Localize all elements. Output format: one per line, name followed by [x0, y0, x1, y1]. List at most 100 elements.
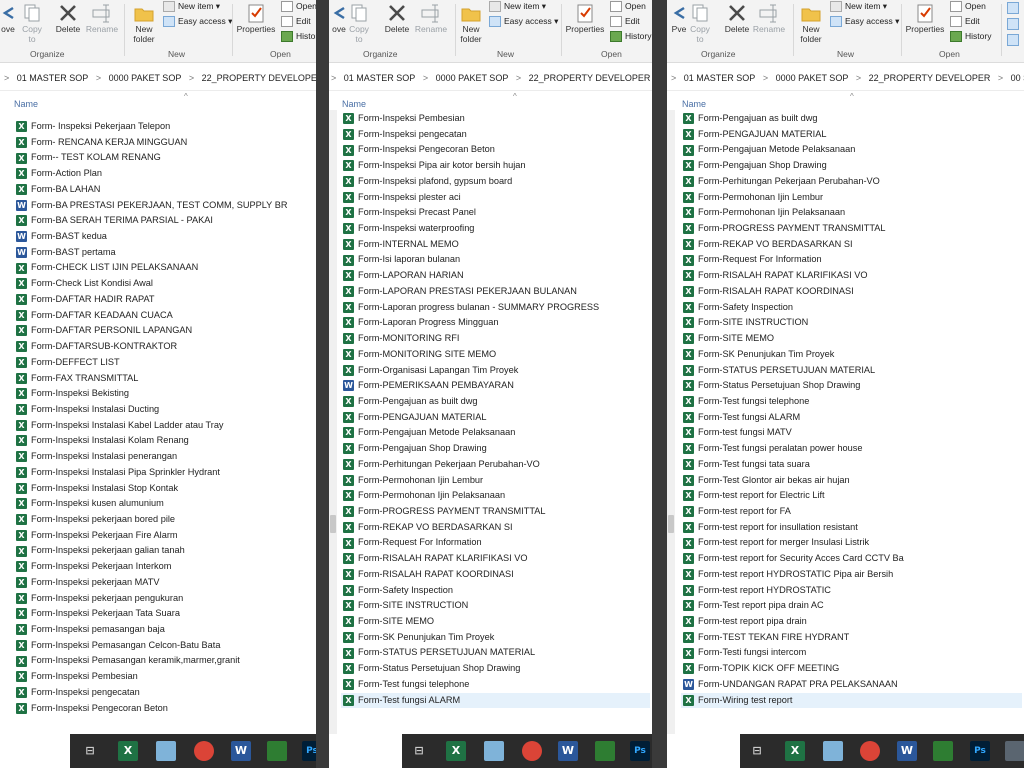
rename-button[interactable]: Rename [749, 0, 789, 48]
breadcrumb-item[interactable]: 01 MASTER SOP [684, 73, 756, 83]
file-row[interactable]: X Form-CHECK LIST IJIN PELAKSANAAN [14, 260, 314, 276]
file-row[interactable]: X Form-Laporan progress bulanan - SUMMARY… [341, 300, 650, 316]
task-view-icon[interactable]: ⊟ [80, 741, 100, 761]
file-row[interactable]: X Form-Test fungsi telephone [341, 677, 650, 693]
file-row[interactable]: X Form-Isi laporan bulanan [341, 252, 650, 268]
file-row[interactable]: X Form-Inspeksi Pemasangan Celcon-Batu Ba… [14, 638, 314, 654]
word-icon[interactable]: W [897, 741, 917, 761]
file-row[interactable]: X Form-Inspeksi Pipa air kotor bersih huj… [341, 158, 650, 174]
name-column-header[interactable]: Name [14, 98, 38, 110]
file-row[interactable]: X Form-DEFFECT LIST [14, 355, 314, 371]
file-row[interactable]: W Form-BA PRESTASI PEKERJAAN, TEST COMM, … [14, 198, 314, 214]
file-row[interactable]: X Form-Action Plan [14, 166, 314, 182]
file-row[interactable]: X Form-test report for Security Acces Car… [681, 551, 1022, 567]
edit-button[interactable]: Edit [281, 15, 311, 28]
easy-access-button[interactable]: Easy access ▾ [489, 15, 558, 28]
file-row[interactable]: X Form-RISALAH RAPAT KOORDINASI [681, 284, 1022, 300]
history-button[interactable]: History [281, 30, 316, 43]
name-column-header[interactable]: Name [342, 98, 366, 110]
chrome-icon[interactable] [860, 741, 880, 761]
excel-icon[interactable]: X [446, 741, 466, 761]
file-row[interactable]: X Form-LAPORAN HARIAN [341, 268, 650, 284]
file-row[interactable]: X Form-Pengajuan as built dwg [341, 394, 650, 410]
file-row[interactable]: X Form-Inspeksi Pekerjaan Tata Suara [14, 606, 314, 622]
file-row[interactable]: X Form-REKAP VO BERDASARKAN SI [681, 237, 1022, 253]
file-row[interactable]: X Form-Inspeksi Pengecoran Beton [14, 701, 314, 717]
file-row[interactable]: X Form-- TEST KOLAM RENANG [14, 150, 314, 166]
new-item-button[interactable]: New item ▾ [489, 0, 546, 13]
task-view-icon[interactable]: ⊟ [747, 741, 767, 761]
file-row[interactable]: X Form-Inspeksi plafond, gypsum board [341, 174, 650, 190]
breadcrumb-item[interactable]: 22_PROPERTY DEVELOPER [869, 73, 991, 83]
file-row[interactable]: X Form-Inspeksi pengecatan [14, 685, 314, 701]
file-row[interactable]: X Form-Inspeksi pekerjaan pengukuran [14, 591, 314, 607]
breadcrumb[interactable]: > 01 MASTER SOP > 0000 PAKET SOP > 22_PR… [667, 66, 1024, 91]
file-row[interactable]: X Form-Inspeksi plester aci [341, 190, 650, 206]
file-row[interactable]: X Form-Perhitungan Pekerjaan Perubahan-VO [681, 174, 1022, 190]
scrollbar-thumb[interactable] [668, 515, 674, 533]
properties-button[interactable]: Properties [236, 0, 276, 48]
properties-button[interactable]: Properties [905, 0, 945, 48]
file-row[interactable]: X Form-BA LAHAN [14, 182, 314, 198]
file-row[interactable]: X Form-INTERNAL MEMO [341, 237, 650, 253]
breadcrumb-item[interactable]: 01 MASTER SOP [344, 73, 416, 83]
file-row[interactable]: X Form-Check List Kondisi Awal [14, 276, 314, 292]
file-row[interactable]: W Form-PEMERIKSAAN PEMBAYARAN [341, 378, 650, 394]
file-row[interactable]: X Form-Safety Inspection [341, 583, 650, 599]
file-row[interactable]: X Form-test report HYDROSTATIC Pipa air B… [681, 567, 1022, 583]
file-row[interactable]: X Form-test report HYDROSTATIC [681, 583, 1022, 599]
file-row[interactable]: X Form-Inspeksi Instalasi Ducting [14, 402, 314, 418]
scrollbar[interactable] [667, 110, 675, 734]
task-view-icon[interactable]: ⊟ [409, 741, 429, 761]
file-row[interactable]: X Form-Test fungsi tata suara [681, 457, 1022, 473]
copy-to-button[interactable]: Copy to [339, 0, 379, 48]
photoshop-icon[interactable]: Ps [302, 741, 316, 761]
file-row[interactable]: X Form-REKAP VO BERDASARKAN SI [341, 520, 650, 536]
breadcrumb-item[interactable]: 22_PROPERTY DEVELOPER [202, 73, 316, 83]
file-row[interactable]: X Form-FAX TRANSMITTAL [14, 371, 314, 387]
file-row[interactable]: X Form-Pengajuan Metode Pelaksanaan [341, 425, 650, 441]
app-icon[interactable] [1005, 741, 1024, 761]
file-row[interactable]: X Form-Inspeksi Instalasi Pipa Sprinkler … [14, 465, 314, 481]
easy-access-button[interactable]: Easy access ▾ [163, 15, 232, 28]
edit-button[interactable]: Edit [950, 15, 980, 28]
breadcrumb-item[interactable]: 00 SOP PROPERTY [1011, 73, 1024, 83]
copy-to-button[interactable]: Copy to [12, 0, 52, 48]
file-row[interactable]: X Form-Inspeksi Pekerjaan Fire Alarm [14, 528, 314, 544]
breadcrumb[interactable]: > 01 MASTER SOP > 0000 PAKET SOP > 22_PR… [0, 66, 316, 91]
breadcrumb-item[interactable]: 0000 PAKET SOP [436, 73, 509, 83]
file-row[interactable]: X Form-test report for insullation resist… [681, 520, 1022, 536]
file-row[interactable]: W Form-UNDANGAN RAPAT PRA PELAKSANAAN [681, 677, 1022, 693]
file-row[interactable]: X Form-test fungsi MATV [681, 425, 1022, 441]
file-row[interactable]: X Form-MONITORING SITE MEMO [341, 347, 650, 363]
file-row[interactable]: X Form-TOPIK KICK OFF MEETING [681, 661, 1022, 677]
file-row[interactable]: X Form-test report for merger Insulasi Li… [681, 535, 1022, 551]
file-row[interactable]: X Form-DAFTARSUB-KONTRAKTOR [14, 339, 314, 355]
file-row[interactable]: X Form-Inspeksi waterproofing [341, 221, 650, 237]
file-row[interactable]: X Form-DAFTAR KEADAAN CUACA [14, 308, 314, 324]
file-row[interactable]: X Form-SK Penunjukan Tim Proyek [341, 630, 650, 646]
file-row[interactable]: X Form-Status Persetujuan Shop Drawing [341, 661, 650, 677]
file-row[interactable]: X Form-Testi fungsi intercom [681, 645, 1022, 661]
file-row[interactable]: W Form-BAST pertama [14, 245, 314, 261]
download-app-icon[interactable] [595, 741, 615, 761]
select-none-icon[interactable] [1007, 18, 1019, 30]
history-button[interactable]: History [950, 30, 991, 43]
file-row[interactable]: X Form-RISALAH RAPAT KLARIFIKASI VO [341, 551, 650, 567]
file-row[interactable]: X Form-Inspeksi pekerjaan MATV [14, 575, 314, 591]
chrome-icon[interactable] [194, 741, 214, 761]
download-app-icon[interactable] [933, 741, 953, 761]
file-row[interactable]: X Form-SITE INSTRUCTION [681, 315, 1022, 331]
file-row[interactable]: X Form-Inspeksi pemasangan baja [14, 622, 314, 638]
file-row[interactable]: X Form-SK Penunjukan Tim Proyek [681, 347, 1022, 363]
file-row[interactable]: X Form-Inspeksi Pekerjaan Interkom [14, 559, 314, 575]
new-folder-button[interactable]: New folder [451, 0, 491, 48]
photoshop-icon[interactable]: Ps [970, 741, 990, 761]
file-row[interactable]: X Form-Laporan Progress Mingguan [341, 315, 650, 331]
file-row[interactable]: X Form-Permohonan Ijin Lembur [341, 473, 650, 489]
file-row[interactable]: X Form-PROGRESS PAYMENT TRANSMITTAL [681, 221, 1022, 237]
file-row[interactable]: X Form-Permohonan Ijin Pelaksanaan [341, 488, 650, 504]
file-row[interactable]: X Form-Inspeksi Pembesian [341, 111, 650, 127]
file-row[interactable]: X Form-Permohonan Ijin Pelaksanaan [681, 205, 1022, 221]
file-row[interactable]: X Form-Request For Information [341, 535, 650, 551]
